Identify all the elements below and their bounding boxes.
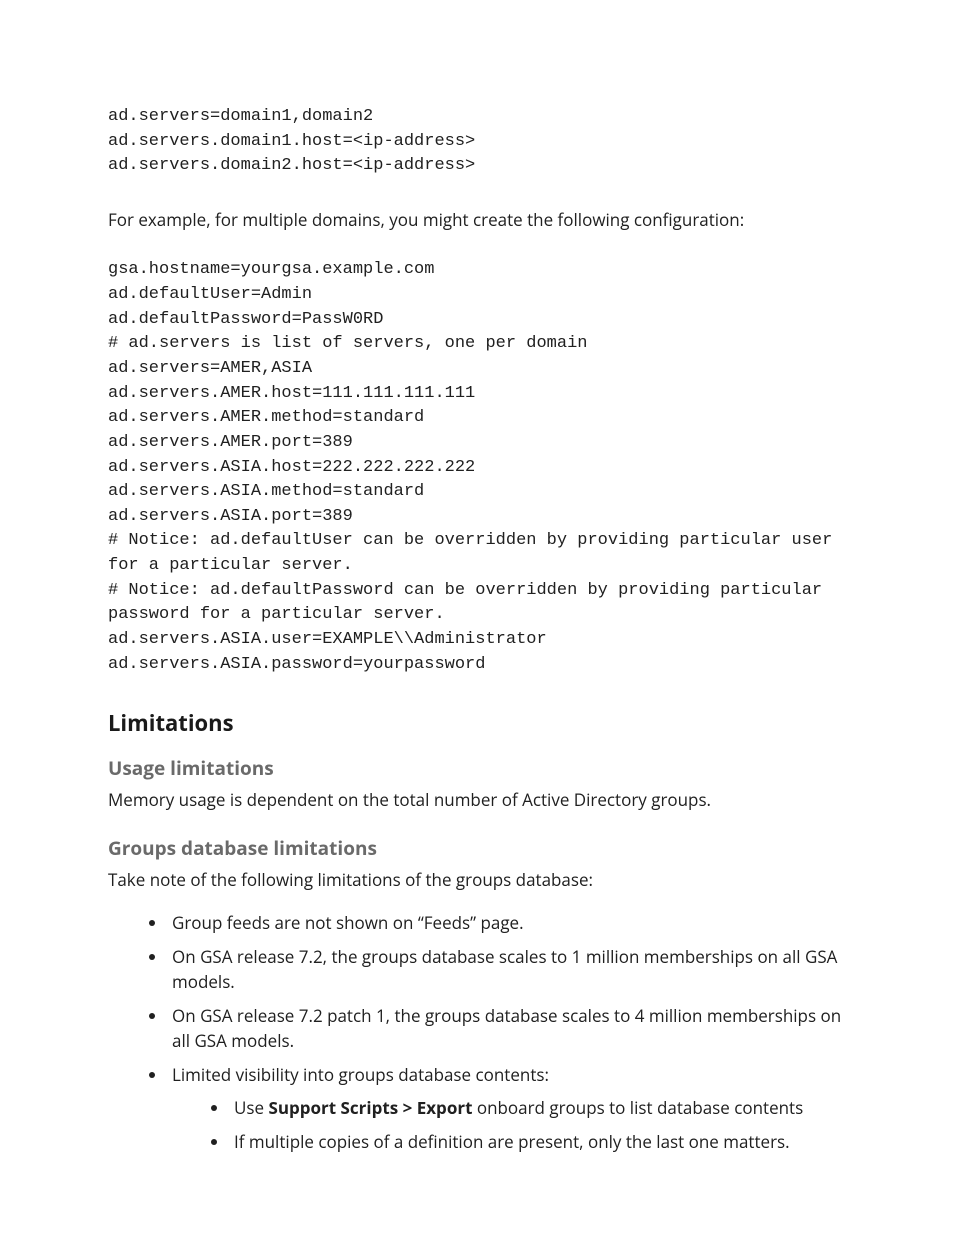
list-groups-sub: Use Support Scripts > Export onboard gro… bbox=[172, 1095, 849, 1154]
paragraph-example-intro: For example, for multiple domains, you m… bbox=[108, 207, 849, 233]
text-prefix: Use bbox=[234, 1096, 268, 1119]
text-suffix: onboard groups to list database contents bbox=[472, 1096, 803, 1119]
text-bold-support-scripts: Support Scripts > Export bbox=[268, 1096, 472, 1119]
list-groups-limitations: Group feeds are not shown on “Feeds” pag… bbox=[108, 910, 849, 1154]
list-item: Limited visibility into groups database … bbox=[168, 1062, 849, 1155]
heading-usage-limitations: Usage limitations bbox=[108, 754, 849, 783]
document-page: ad.servers=domain1,domain2 ad.servers.do… bbox=[0, 0, 954, 1235]
list-item: Use Support Scripts > Export onboard gro… bbox=[230, 1095, 849, 1121]
list-item: On GSA release 7.2 patch 1, the groups d… bbox=[168, 1003, 849, 1054]
code-block-servers: ad.servers=domain1,domain2 ad.servers.do… bbox=[108, 105, 849, 179]
heading-groups-limitations: Groups database limitations bbox=[108, 834, 849, 863]
block-usage-limitations: Usage limitations Memory usage is depend… bbox=[108, 754, 849, 812]
code-block-config-example: gsa.hostname=yourgsa.example.com ad.defa… bbox=[108, 258, 849, 677]
list-item: Group feeds are not shown on “Feeds” pag… bbox=[168, 910, 849, 936]
paragraph-groups-intro: Take note of the following limitations o… bbox=[108, 867, 849, 893]
list-item: If multiple copies of a definition are p… bbox=[230, 1129, 849, 1155]
list-item: On GSA release 7.2, the groups database … bbox=[168, 944, 849, 995]
heading-limitations: Limitations bbox=[108, 707, 849, 740]
list-item-text: Limited visibility into groups database … bbox=[172, 1063, 549, 1086]
block-groups-limitations: Groups database limitations Take note of… bbox=[108, 834, 849, 1154]
paragraph-usage-body: Memory usage is dependent on the total n… bbox=[108, 787, 849, 813]
